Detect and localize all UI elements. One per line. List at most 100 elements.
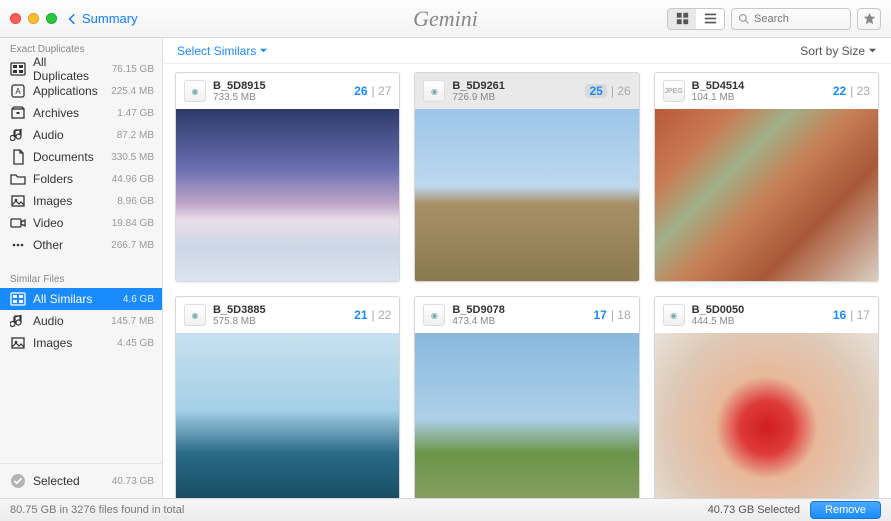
search-icon bbox=[738, 13, 750, 25]
sidebar-item-label: Images bbox=[33, 336, 110, 350]
card-thumbnail[interactable] bbox=[655, 333, 878, 498]
status-selected: 40.73 GB Selected bbox=[708, 504, 800, 516]
card-total-count: | 23 bbox=[850, 84, 870, 98]
sidebar-item-label: Folders bbox=[33, 172, 105, 186]
card-thumbnail[interactable] bbox=[176, 109, 399, 281]
sidebar-item-audio[interactable]: Audio145.7 MB bbox=[0, 310, 162, 332]
select-similars-dropdown[interactable]: Select Similars bbox=[177, 44, 268, 58]
card-filesize: 575.8 MB bbox=[213, 316, 266, 327]
card-header: ◉ B_5D3885575.8 MB 21| 22 bbox=[176, 297, 399, 333]
result-card[interactable]: JPEG B_5D4514104.1 MB 22 | 23 bbox=[654, 72, 879, 282]
card-meta: B_5D9261726.9 MB bbox=[452, 80, 505, 103]
card-header: JPEG B_5D4514104.1 MB 22 | 23 bbox=[655, 73, 878, 109]
sidebar-selected-size: 40.73 GB bbox=[112, 476, 154, 487]
result-card[interactable]: ◉ B_5D3885575.8 MB 21| 22 bbox=[175, 296, 400, 498]
sidebar-item-video[interactable]: Video19.84 GB bbox=[0, 212, 162, 234]
card-total-count: | 22 bbox=[372, 308, 392, 322]
sidebar-item-all-similars[interactable]: All Similars4.6 GB bbox=[0, 288, 162, 310]
card-filename: B_5D8915 bbox=[213, 80, 266, 92]
sidebar-item-label: All Duplicates bbox=[33, 55, 105, 83]
other-icon bbox=[10, 237, 26, 253]
card-selected-count: 22 bbox=[833, 84, 846, 98]
app-logo: Gemini bbox=[413, 6, 478, 32]
sort-by-label: Sort by Size bbox=[800, 44, 865, 58]
card-total-count: | 27 bbox=[372, 84, 392, 98]
card-meta: B_5D8915733.5 MB bbox=[213, 80, 266, 103]
sidebar-item-selected[interactable]: Selected 40.73 GB bbox=[0, 464, 162, 498]
card-meta: B_5D3885575.8 MB bbox=[213, 304, 266, 327]
sidebar-item-label: Video bbox=[33, 216, 105, 230]
favorites-button[interactable] bbox=[857, 8, 881, 30]
card-filename: B_5D9261 bbox=[452, 80, 505, 92]
remove-button[interactable]: Remove bbox=[810, 501, 881, 519]
result-card[interactable]: ◉B_5D0050444.5 MB16| 17 bbox=[654, 296, 879, 498]
back-to-summary-button[interactable]: Summary bbox=[65, 11, 138, 26]
card-thumbnail[interactable] bbox=[415, 109, 638, 281]
results-grid: ◉B_5D8915733.5 MB26| 27 ◉ B_5D9261726.9 MB… bbox=[163, 64, 891, 498]
sidebar-item-label: Images bbox=[33, 194, 110, 208]
sidebar-item-label: Audio bbox=[33, 314, 104, 328]
sidebar-item-audio[interactable]: Audio87.2 MB bbox=[0, 124, 162, 146]
list-icon bbox=[704, 12, 717, 25]
card-meta: B_5D9078473.4 MB bbox=[452, 304, 505, 327]
svg-text:A: A bbox=[15, 87, 21, 96]
sidebar-item-documents[interactable]: Documents330.5 MB bbox=[0, 146, 162, 168]
search-input[interactable] bbox=[754, 13, 834, 25]
raw-file-icon: ◉ bbox=[184, 304, 206, 326]
raw-file-icon: ◉ bbox=[423, 304, 445, 326]
sidebar-item-size: 87.2 MB bbox=[117, 130, 154, 141]
zoom-window-button[interactable] bbox=[46, 13, 57, 24]
card-thumbnail[interactable] bbox=[415, 333, 638, 498]
list-view-button[interactable] bbox=[696, 9, 724, 29]
minimize-window-button[interactable] bbox=[28, 13, 39, 24]
sidebar-item-label: Other bbox=[33, 238, 104, 252]
card-header: ◉B_5D9261726.9 MB25| 26 bbox=[415, 73, 638, 109]
all-icon bbox=[10, 61, 26, 77]
sidebar-item-size: 266.7 MB bbox=[111, 240, 154, 251]
archive-icon bbox=[10, 105, 26, 121]
card-filesize: 473.4 MB bbox=[452, 316, 505, 327]
sidebar-item-archives[interactable]: Archives1.47 GB bbox=[0, 102, 162, 124]
content-toolbar: Select Similars Sort by Size bbox=[163, 38, 891, 64]
card-filesize: 733.5 MB bbox=[213, 92, 266, 103]
sidebar-item-folders[interactable]: Folders44.96 GB bbox=[0, 168, 162, 190]
sidebar-item-images[interactable]: Images 4.45 GB bbox=[0, 332, 162, 354]
card-thumbnail[interactable] bbox=[655, 109, 878, 281]
result-card[interactable]: ◉B_5D8915733.5 MB26| 27 bbox=[175, 72, 400, 282]
raw-file-icon: ◉ bbox=[663, 304, 685, 326]
search-field[interactable] bbox=[731, 8, 851, 30]
card-counts: 21| 22 bbox=[354, 308, 391, 322]
sidebar-item-other[interactable]: Other 266.7 MB bbox=[0, 234, 162, 256]
sort-by-dropdown[interactable]: Sort by Size bbox=[800, 44, 877, 58]
sidebar-item-size: 4.45 GB bbox=[117, 338, 154, 349]
close-window-button[interactable] bbox=[10, 13, 21, 24]
back-label: Summary bbox=[82, 11, 138, 26]
window-controls bbox=[10, 13, 57, 24]
sidebar-item-applications[interactable]: AApplications225.4 MB bbox=[0, 80, 162, 102]
card-filename: B_5D0050 bbox=[692, 304, 745, 316]
sidebar-similar-header: Similar Files bbox=[0, 268, 162, 288]
chevron-left-icon bbox=[65, 12, 79, 26]
card-meta: B_5D4514104.1 MB bbox=[692, 80, 745, 103]
jpeg-file-icon: JPEG bbox=[663, 80, 685, 102]
card-selected-count: 17 bbox=[593, 308, 606, 322]
card-counts: 16| 17 bbox=[833, 308, 870, 322]
card-selected-count: 16 bbox=[833, 308, 846, 322]
audio-icon bbox=[10, 127, 26, 143]
image-icon bbox=[10, 193, 26, 209]
result-card[interactable]: ◉ B_5D9078473.4 MB 17 | 18 bbox=[414, 296, 639, 498]
card-filename: B_5D9078 bbox=[452, 304, 505, 316]
card-thumbnail[interactable] bbox=[176, 333, 399, 498]
sidebar-item-all-duplicates[interactable]: All Duplicates76.15 GB bbox=[0, 58, 162, 80]
card-selected-count: 25 bbox=[585, 84, 606, 98]
select-similars-label: Select Similars bbox=[177, 44, 256, 58]
card-header: ◉B_5D8915733.5 MB26| 27 bbox=[176, 73, 399, 109]
status-bar: 80.75 GB in 3276 files found in total 40… bbox=[0, 498, 891, 521]
result-card[interactable]: ◉B_5D9261726.9 MB25| 26 bbox=[414, 72, 639, 282]
card-total-count: | 18 bbox=[611, 308, 631, 322]
grid-view-button[interactable] bbox=[668, 9, 696, 29]
app-icon: A bbox=[10, 83, 26, 99]
sidebar-item-label: Archives bbox=[33, 106, 110, 120]
star-icon bbox=[863, 12, 876, 25]
sidebar-item-images[interactable]: Images8.96 GB bbox=[0, 190, 162, 212]
